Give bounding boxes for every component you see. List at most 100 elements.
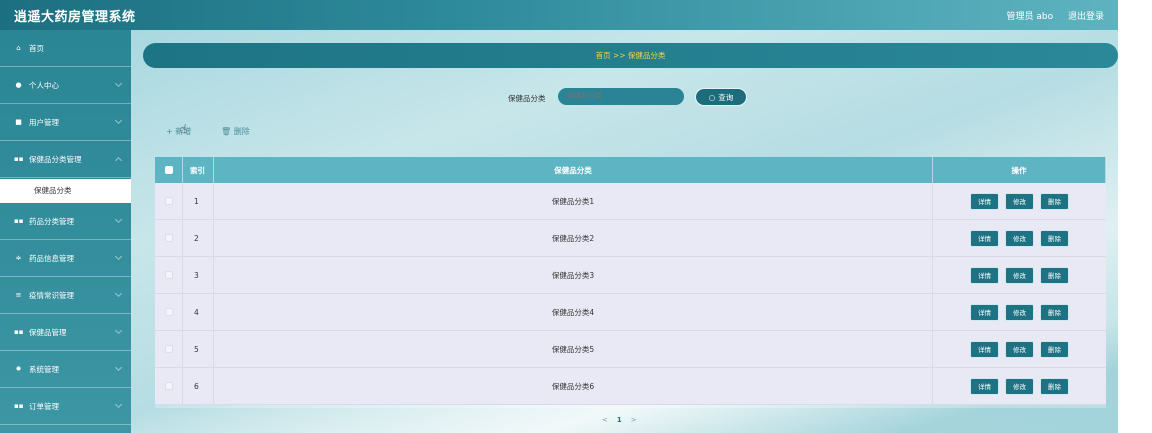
edit-button[interactable]: 修改 bbox=[1005, 266, 1034, 284]
gear-icon: ✹ bbox=[15, 365, 22, 373]
hand-cursor-icon: ☝ bbox=[180, 122, 188, 136]
sidebar-item-label: 药品信息管理 bbox=[29, 253, 74, 263]
sidebar-item-label: 个人中心 bbox=[29, 80, 59, 90]
chevron-down-icon bbox=[114, 215, 123, 224]
row-delete-button[interactable]: 删除 bbox=[1040, 303, 1069, 321]
detail-button[interactable]: 详情 bbox=[970, 229, 999, 247]
sidebar-item-label: 保健品管理 bbox=[29, 327, 67, 337]
sidebar-subitem-health-category[interactable]: 保健品分类 bbox=[0, 179, 131, 203]
row-name: 保健品分类3 bbox=[214, 257, 933, 293]
chevron-down-icon bbox=[114, 116, 123, 125]
select-all-checkbox[interactable] bbox=[164, 166, 173, 174]
sidebar-item-label: 首页 bbox=[29, 43, 44, 53]
query-button[interactable]: ○ 查询 bbox=[695, 88, 747, 106]
table-row: 1 保健品分类1 详情 修改 删除 bbox=[155, 183, 1106, 220]
row-checkbox[interactable] bbox=[164, 234, 173, 242]
sidebar-item-drug-category[interactable]: ▪▪ 药品分类管理 bbox=[0, 203, 131, 240]
edit-button[interactable]: 修改 bbox=[1005, 377, 1034, 395]
sidebar-item-label: 保健品分类管理 bbox=[29, 154, 82, 164]
sidebar-item-profile[interactable]: ● 个人中心 bbox=[0, 67, 131, 104]
sidebar-item-health-category[interactable]: ▪▪ 保健品分类管理 bbox=[0, 141, 131, 178]
search-label: 保健品分类 bbox=[508, 94, 546, 103]
sidebar-item-label: 用户管理 bbox=[29, 117, 59, 127]
edit-button[interactable]: 修改 bbox=[1005, 303, 1034, 321]
row-index: 3 bbox=[183, 257, 214, 293]
query-button-label: 查询 bbox=[718, 92, 734, 102]
sidebar-subitem-label: 保健品分类 bbox=[34, 186, 72, 195]
row-index: 5 bbox=[183, 331, 214, 367]
table-row: 4 保健品分类4 详情 修改 删除 bbox=[155, 294, 1106, 331]
home-icon: ⌂ bbox=[16, 44, 21, 52]
trash-icon: 🗑 bbox=[221, 127, 232, 136]
row-checkbox[interactable] bbox=[164, 197, 173, 205]
chevron-down-icon bbox=[114, 79, 123, 88]
row-name: 保健品分类6 bbox=[214, 368, 933, 404]
header-ops: 操作 bbox=[933, 157, 1106, 183]
sidebar-item-epidemic-knowledge[interactable]: ≡ 疫情常识管理 bbox=[0, 277, 131, 314]
chevron-down-icon bbox=[114, 326, 123, 335]
row-checkbox[interactable] bbox=[164, 308, 173, 316]
delete-button-label: 删除 bbox=[233, 127, 250, 136]
app-title: 逍遥大药房管理系统 bbox=[14, 10, 136, 25]
row-name: 保健品分类2 bbox=[214, 220, 933, 256]
row-name: 保健品分类4 bbox=[214, 294, 933, 330]
top-bar: 逍遥大药房管理系统 管理员 abo 退出登录 bbox=[0, 0, 1118, 30]
row-checkbox[interactable] bbox=[164, 271, 173, 279]
prev-page-button[interactable]: < bbox=[602, 416, 608, 424]
header-index: 索引 bbox=[183, 157, 214, 183]
pagination: < 1 > bbox=[602, 416, 637, 424]
sidebar-item-home[interactable]: ⌂ 首页 bbox=[0, 30, 131, 67]
edit-button[interactable]: 修改 bbox=[1005, 192, 1034, 210]
next-page-button[interactable]: > bbox=[631, 416, 637, 424]
grid-icon: ▪▪ bbox=[14, 217, 24, 225]
detail-button[interactable]: 详情 bbox=[970, 192, 999, 210]
delete-button[interactable]: 🗑 删除 bbox=[221, 126, 250, 137]
current-page[interactable]: 1 bbox=[617, 416, 622, 424]
row-index: 6 bbox=[183, 368, 214, 404]
sidebar-item-drug-info[interactable]: ≑ 药品信息管理 bbox=[0, 240, 131, 277]
row-index: 4 bbox=[183, 294, 214, 330]
edit-button[interactable]: 修改 bbox=[1005, 229, 1034, 247]
app-window: 逍遥大药房管理系统 管理员 abo 退出登录 ⌂ 首页 ● 个人中心 ■ 用户管… bbox=[0, 0, 1118, 433]
sidebar: ⌂ 首页 ● 个人中心 ■ 用户管理 ▪▪ 保健品分类管理 保健品分类 ▪▪ 药… bbox=[0, 30, 131, 433]
grid-icon: ▪▪ bbox=[14, 155, 24, 163]
list-icon: ≡ bbox=[15, 291, 22, 299]
detail-button[interactable]: 详情 bbox=[970, 303, 999, 321]
table-row: 3 保健品分类3 详情 修改 删除 bbox=[155, 257, 1106, 294]
row-delete-button[interactable]: 删除 bbox=[1040, 340, 1069, 358]
row-delete-button[interactable]: 删除 bbox=[1040, 192, 1069, 210]
chevron-down-icon bbox=[114, 400, 123, 409]
table-header: 索引 保健品分类 操作 bbox=[155, 157, 1106, 183]
row-checkbox[interactable] bbox=[164, 382, 173, 390]
sidebar-item-label: 药品分类管理 bbox=[29, 216, 74, 226]
user-area: 管理员 abo 退出登录 bbox=[995, 9, 1105, 22]
row-delete-button[interactable]: 删除 bbox=[1040, 229, 1069, 247]
table-row: 5 保健品分类5 详情 修改 删除 bbox=[155, 331, 1106, 368]
sidebar-item-label: 疫情常识管理 bbox=[29, 290, 74, 300]
sidebar-item-users[interactable]: ■ 用户管理 bbox=[0, 104, 131, 141]
sidebar-item-label: 系统管理 bbox=[29, 364, 59, 374]
chevron-down-icon bbox=[114, 363, 123, 372]
chevron-up-icon bbox=[114, 156, 123, 165]
row-index: 1 bbox=[183, 183, 214, 219]
sidebar-item-health-products[interactable]: ▪▪ 保健品管理 bbox=[0, 314, 131, 351]
add-button[interactable]: + 新增 bbox=[166, 126, 191, 137]
row-name: 保健品分类1 bbox=[214, 183, 933, 219]
search-input[interactable] bbox=[558, 88, 684, 105]
row-checkbox[interactable] bbox=[164, 345, 173, 353]
detail-button[interactable]: 详情 bbox=[970, 377, 999, 395]
header-name: 保健品分类 bbox=[214, 157, 933, 183]
edit-button[interactable]: 修改 bbox=[1005, 340, 1034, 358]
sidebar-item-orders[interactable]: ▪▪ 订单管理 bbox=[0, 388, 131, 425]
grid-icon: ▪▪ bbox=[14, 402, 24, 410]
row-delete-button[interactable]: 删除 bbox=[1040, 377, 1069, 395]
detail-button[interactable]: 详情 bbox=[970, 266, 999, 284]
table-row: 2 保健品分类2 详情 修改 删除 bbox=[155, 220, 1106, 257]
detail-button[interactable]: 详情 bbox=[970, 340, 999, 358]
row-name: 保健品分类5 bbox=[214, 331, 933, 367]
chevron-down-icon bbox=[114, 252, 123, 261]
row-delete-button[interactable]: 删除 bbox=[1040, 266, 1069, 284]
logout-link[interactable]: 退出登录 bbox=[1068, 12, 1104, 22]
sidebar-item-system[interactable]: ✹ 系统管理 bbox=[0, 351, 131, 388]
search-icon: ○ bbox=[708, 92, 716, 102]
